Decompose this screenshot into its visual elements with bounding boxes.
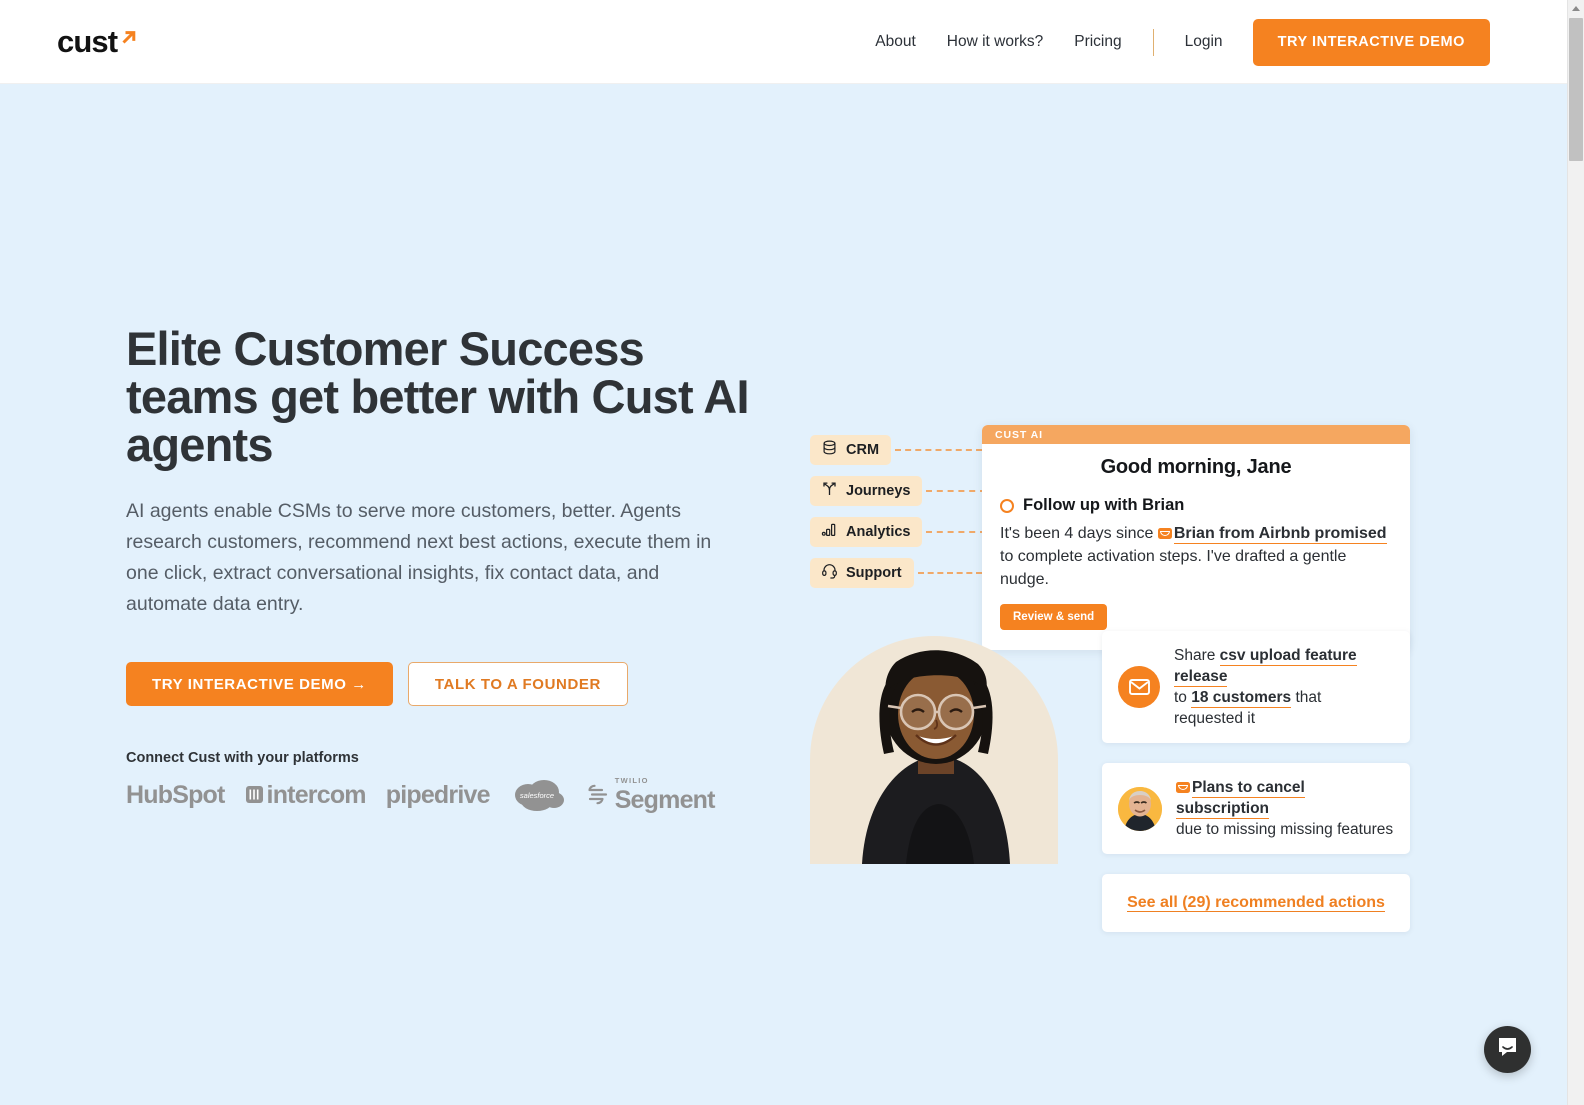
platforms-label: Connect Cust with your platforms: [126, 750, 359, 766]
customer-count-highlight[interactable]: 18 customers: [1191, 689, 1292, 708]
headset-icon: [821, 562, 838, 584]
chip-label: Support: [846, 565, 902, 581]
logo-text: cust: [57, 24, 118, 59]
svg-text:salesforce: salesforce: [520, 791, 554, 800]
nav-link-about[interactable]: About: [875, 33, 916, 51]
status-badge: CUST AI: [995, 428, 1043, 441]
main-nav: About How it works? Pricing Login TRY IN…: [875, 0, 1490, 84]
browser-scrollbar[interactable]: [1567, 0, 1584, 1105]
hero-copy: Elite Customer Success teams get better …: [126, 325, 766, 813]
task-text-pre: It's been 4 days since: [1000, 525, 1158, 542]
hero-subheading: AI agents enable CSMs to serve more cust…: [126, 500, 712, 615]
page-root: cust About How it works? Pricing Login T…: [0, 0, 1584, 1105]
task-highlight[interactable]: Brian from Airbnb promised: [1173, 525, 1387, 544]
share-line2-pre: to: [1174, 689, 1192, 706]
task-title: Follow up with Brian: [1023, 496, 1185, 514]
talk-to-founder-button[interactable]: TALK TO A FOUNDER: [407, 662, 628, 706]
task-status-circle-icon[interactable]: [1000, 498, 1014, 513]
chip-journeys[interactable]: Journeys: [810, 476, 923, 506]
share-pre: Share: [1174, 647, 1220, 664]
chip-support[interactable]: Support: [810, 558, 914, 588]
task-header: Follow up with Brian: [1000, 496, 1392, 515]
integration-chip-list: CRM Journeys Analytics Support: [810, 435, 987, 599]
connector-line: [895, 449, 982, 451]
mail-circle-icon: [1118, 666, 1160, 708]
nav-link-how-it-works[interactable]: How it works?: [947, 33, 1043, 51]
scrollbar-thumb[interactable]: [1569, 18, 1583, 161]
database-icon: [821, 439, 838, 461]
action-card-text: Share csv upload feature release to 18 c…: [1174, 645, 1394, 729]
task-description: It's been 4 days since Brian from Airbnb…: [1000, 522, 1392, 591]
cust-ai-card: CUST AI Good morning, Jane Follow up wit…: [982, 425, 1410, 650]
chip-analytics[interactable]: Analytics: [810, 517, 923, 547]
branching-arrow-icon: [821, 480, 838, 502]
page-title: Elite Customer Success teams get better …: [126, 322, 750, 471]
intercom-chat-icon: [1496, 1035, 1520, 1064]
salesforce-logo: salesforce: [510, 778, 566, 812]
pipedrive-logo: pipedrive: [385, 780, 491, 809]
action-card-share-release[interactable]: Share csv upload feature release to 18 c…: [1102, 631, 1410, 743]
chip-label: CRM: [846, 442, 880, 458]
cust-ai-card-body: Good morning, Jane Follow up with Brian …: [982, 444, 1410, 650]
bar-chart-icon: [821, 521, 838, 543]
see-all-actions-card[interactable]: See all (29) recommended actions: [1102, 874, 1410, 932]
hero-cta-row: TRY INTERACTIVE DEMO → TALK TO A FOUNDER: [126, 662, 766, 706]
cancel-subscription-subtitle: due to missing missing features: [1176, 821, 1394, 838]
logo[interactable]: cust: [57, 26, 140, 57]
connector-line: [926, 490, 987, 492]
login-link[interactable]: Login: [1185, 33, 1223, 51]
twilio-segment-logo: TWILIO Segment: [586, 777, 715, 813]
try-interactive-demo-button[interactable]: TRY INTERACTIVE DEMO →: [126, 662, 393, 706]
task-text-post: to complete activation steps. I've draft…: [1000, 548, 1347, 588]
see-all-actions-link[interactable]: See all (29) recommended actions: [1127, 894, 1385, 912]
header-try-demo-button[interactable]: TRY INTERACTIVE DEMO: [1252, 18, 1490, 66]
greeting-text: Good morning, Jane: [1100, 456, 1292, 478]
connector-line: [917, 572, 982, 574]
chip-label: Journeys: [846, 483, 911, 499]
review-and-send-button[interactable]: Review & send: [1000, 604, 1108, 630]
nav-link-pricing[interactable]: Pricing: [1074, 33, 1121, 51]
chip-crm[interactable]: CRM: [810, 435, 892, 465]
cust-ai-card-header: CUST AI: [982, 425, 1410, 444]
platform-logo-row: HubSpot intercom pipedrive salesforce TW…: [126, 777, 766, 813]
intercom-chat-launcher[interactable]: [1484, 1026, 1531, 1073]
connector-line: [926, 531, 987, 533]
site-header: cust About How it works? Pricing Login T…: [0, 0, 1567, 84]
nav-divider: [1152, 28, 1154, 56]
avatar-photo: [1118, 786, 1162, 831]
hubspot-logo: HubSpot: [126, 780, 225, 809]
twilio-eyebrow: TWILIO: [614, 776, 649, 785]
recommended-actions-list: Share csv upload feature release to 18 c…: [1102, 631, 1410, 932]
intercom-logo: intercom: [245, 782, 367, 808]
mail-icon: [1157, 528, 1172, 539]
scroll-up-arrow-icon[interactable]: [1568, 0, 1584, 17]
arrow-up-right-icon: [118, 27, 140, 54]
hero-section: Elite Customer Success teams get better …: [0, 84, 1567, 1105]
chip-label: Analytics: [846, 524, 911, 540]
mail-icon: [1176, 782, 1190, 793]
action-card-text: Plans to cancel subscription due to miss…: [1176, 777, 1394, 840]
action-card-cancel-subscription[interactable]: Plans to cancel subscription due to miss…: [1102, 763, 1410, 854]
cancel-subscription-highlight[interactable]: Plans to cancel subscription: [1176, 779, 1305, 819]
avatar: [810, 636, 1058, 864]
hero-illustration: CRM Journeys Analytics Support CUST AI G…: [760, 325, 1460, 932]
